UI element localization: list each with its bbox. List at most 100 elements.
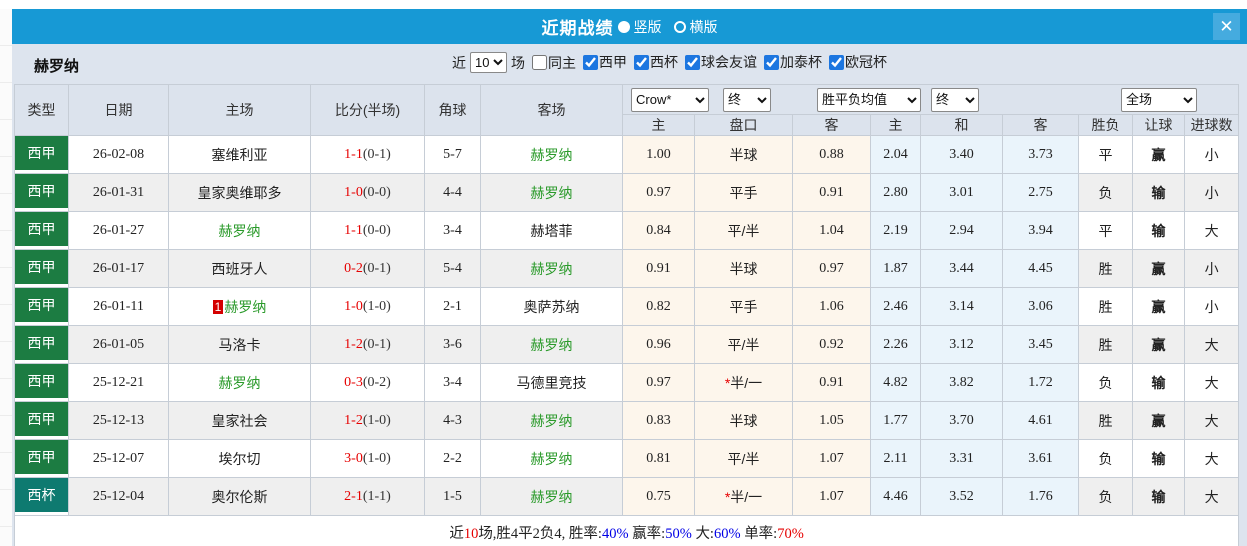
col-header-avg-away: 客 bbox=[1002, 114, 1079, 136]
halftime-score: (1-0) bbox=[362, 450, 391, 466]
fulltime-score: 1-0 bbox=[344, 298, 363, 314]
competition-checkbox[interactable]: 欧冠杯 bbox=[829, 52, 887, 72]
halftime-score: (0-0) bbox=[362, 184, 391, 200]
away-team-name: 赫塔菲 bbox=[530, 222, 573, 239]
avg-draw: 3.40 bbox=[920, 135, 1003, 174]
halftime-score: (1-1) bbox=[362, 488, 391, 504]
avg-home: 2.19 bbox=[870, 211, 921, 250]
competition-checkbox[interactable]: 加泰杯 bbox=[764, 52, 822, 72]
match-date: 25-12-07 bbox=[68, 439, 169, 478]
odds-line: 平手 bbox=[694, 173, 793, 212]
close-button[interactable]: ✕ bbox=[1213, 13, 1240, 40]
competition-checkbox[interactable]: 球会友谊 bbox=[685, 52, 757, 72]
competition-checkbox-input[interactable] bbox=[829, 54, 844, 70]
vertical-layout-radio-icon[interactable] bbox=[617, 20, 630, 33]
competition-checkbox-input[interactable] bbox=[764, 54, 779, 70]
same-home-label: 同主 bbox=[548, 54, 576, 71]
summary-segment: 10 bbox=[463, 525, 479, 542]
competition-checkbox-input[interactable] bbox=[583, 54, 598, 70]
fulltime-score: 0-2 bbox=[344, 260, 363, 276]
avg-draw: 3.82 bbox=[920, 363, 1003, 402]
avg-away: 2.75 bbox=[1002, 173, 1079, 212]
odds-line: 平手 bbox=[694, 287, 793, 326]
score-cell: 1-0(1-0) bbox=[310, 287, 425, 326]
home-team: 马洛卡 bbox=[168, 325, 311, 364]
competition-checkbox-label: 西杯 bbox=[650, 54, 678, 71]
competition-checkbox-input[interactable] bbox=[634, 54, 649, 70]
odds-line: 半球 bbox=[694, 249, 793, 288]
avg-away: 3.73 bbox=[1002, 135, 1079, 174]
score-cell: 1-1(0-1) bbox=[310, 135, 425, 174]
match-date: 26-01-27 bbox=[68, 211, 169, 250]
goals-cell: 大 bbox=[1183, 439, 1240, 478]
odds-away: 0.97 bbox=[792, 249, 871, 288]
competition-checkbox[interactable]: 西甲 bbox=[583, 52, 627, 72]
vertical-layout-label[interactable]: 竖版 bbox=[634, 17, 662, 37]
bookmaker-time-select[interactable]: 终 bbox=[723, 87, 771, 112]
away-team: 奥萨苏纳 bbox=[480, 287, 623, 326]
avg-away: 3.06 bbox=[1002, 287, 1079, 326]
col-header-type: 类型 bbox=[14, 84, 69, 136]
competition-filter-list: 西甲 西杯 球会友谊 加泰杯 欧冠杯 bbox=[576, 52, 887, 73]
odds-away: 1.05 bbox=[792, 401, 871, 440]
competition-checkbox-label: 西甲 bbox=[599, 54, 627, 71]
corners-cell: 2-1 bbox=[424, 287, 481, 326]
away-team-name: 赫罗纳 bbox=[530, 146, 573, 163]
home-team-name: 赫罗纳 bbox=[224, 298, 267, 315]
goals-cell: 大 bbox=[1183, 477, 1240, 516]
odds-home: 0.97 bbox=[622, 173, 695, 212]
competition-checkbox-input[interactable] bbox=[685, 54, 700, 70]
competition-cell: 西甲 bbox=[14, 439, 69, 478]
competition-cell: 西甲 bbox=[14, 135, 69, 174]
result-cell: 负 bbox=[1078, 363, 1133, 402]
summary-segment: 大: bbox=[691, 525, 714, 542]
odds-line: 平/半 bbox=[694, 325, 793, 364]
scope-select[interactable]: 全场 bbox=[1121, 87, 1197, 112]
score-cell: 3-0(1-0) bbox=[310, 439, 425, 478]
corners-cell: 3-4 bbox=[424, 211, 481, 250]
match-row: 西甲 26-01-31 皇家奥维耶多 1-0(0-0) 4-4 赫罗纳 0.97… bbox=[14, 173, 1240, 212]
corners-cell: 1-5 bbox=[424, 477, 481, 516]
avg-away: 4.45 bbox=[1002, 249, 1079, 288]
average-select[interactable]: 胜平负均值 bbox=[817, 87, 921, 112]
away-team-name: 奥萨苏纳 bbox=[523, 298, 580, 315]
same-home-checkbox-input[interactable] bbox=[532, 55, 547, 70]
average-time-select[interactable]: 终 bbox=[931, 87, 979, 112]
fulltime-score: 1-1 bbox=[344, 222, 363, 238]
avg-away: 3.61 bbox=[1002, 439, 1079, 478]
same-home-checkbox[interactable]: 同主 bbox=[532, 53, 576, 73]
horizontal-layout-label[interactable]: 横版 bbox=[690, 17, 718, 37]
result-cell: 负 bbox=[1078, 173, 1133, 212]
odds-home: 0.84 bbox=[622, 211, 695, 250]
match-row: 西甲 25-12-13 皇家社会 1-2(1-0) 4-3 赫罗纳 0.83 半… bbox=[14, 401, 1240, 440]
competition-checkbox-label: 加泰杯 bbox=[780, 54, 822, 71]
home-team: 奥尔伦斯 bbox=[168, 477, 311, 516]
odds-home: 0.83 bbox=[622, 401, 695, 440]
col-header-handicap: 让球 bbox=[1132, 114, 1185, 136]
odds-home: 0.82 bbox=[622, 287, 695, 326]
competition-badge: 西甲 bbox=[15, 440, 68, 474]
halftime-score: (0-1) bbox=[362, 260, 391, 276]
summary-segment: 赢率: bbox=[628, 525, 666, 542]
goals-cell: 大 bbox=[1183, 325, 1240, 364]
col-header-home: 主场 bbox=[168, 84, 311, 136]
close-icon: ✕ bbox=[1219, 16, 1234, 36]
recent-count-select[interactable]: 10 bbox=[470, 52, 507, 73]
competition-cell: 西甲 bbox=[14, 325, 69, 364]
summary-segment: 40% bbox=[601, 525, 629, 542]
competition-checkbox[interactable]: 西杯 bbox=[634, 52, 678, 72]
avg-home: 2.11 bbox=[870, 439, 921, 478]
bookmaker-select[interactable]: Crow* bbox=[631, 87, 709, 112]
match-date: 26-01-05 bbox=[68, 325, 169, 364]
corners-cell: 3-4 bbox=[424, 363, 481, 402]
match-date: 26-01-11 bbox=[68, 287, 169, 326]
handicap-cell: 输 bbox=[1132, 439, 1185, 478]
odds-away: 0.91 bbox=[792, 173, 871, 212]
halftime-score: (1-0) bbox=[362, 298, 391, 314]
horizontal-layout-radio-icon[interactable] bbox=[673, 20, 686, 33]
odds-line: *半/一 bbox=[694, 477, 793, 516]
odds-line: *半/一 bbox=[694, 363, 793, 402]
halftime-score: (1-0) bbox=[362, 412, 391, 428]
avg-draw: 3.14 bbox=[920, 287, 1003, 326]
competition-checkbox-label: 欧冠杯 bbox=[845, 54, 887, 71]
